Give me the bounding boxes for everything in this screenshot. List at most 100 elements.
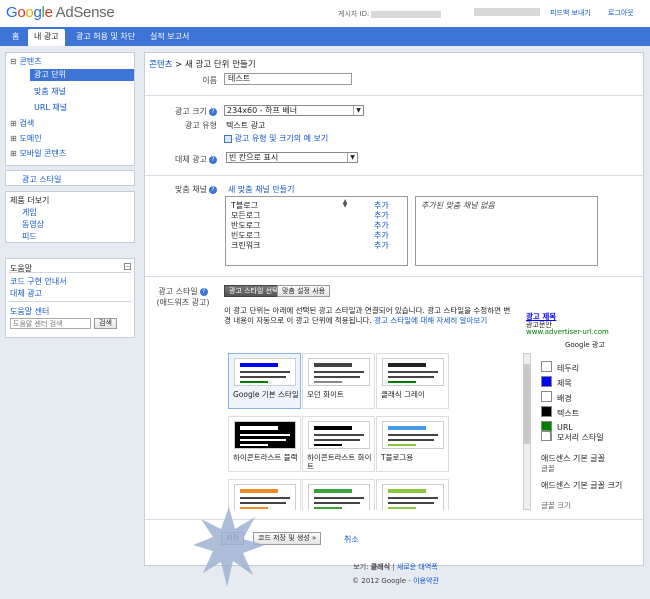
- color-label: 테두리: [557, 364, 580, 373]
- ad-type-label: 광고 유형: [185, 121, 217, 130]
- collapse-help-icon[interactable]: −: [124, 263, 131, 270]
- expand-icon[interactable]: ⊞: [10, 149, 17, 158]
- footer-view-new-link[interactable]: 새로운 대역폭: [397, 563, 438, 571]
- collapse-icon[interactable]: ⊟: [10, 57, 17, 66]
- logout-link[interactable]: 로그아웃: [608, 8, 634, 18]
- adsense-logo[interactable]: Google AdSense: [6, 4, 115, 21]
- style-palette-tile[interactable]: Google 기본 스타일: [228, 353, 301, 409]
- font-size-value[interactable]: 글꼴 크기: [541, 500, 571, 511]
- color-swatch[interactable]: [541, 361, 552, 372]
- help-search-input[interactable]: [10, 318, 91, 329]
- palette-preview: [382, 484, 444, 510]
- backup-ads-select[interactable]: 빈 칸으로 표시 ▼: [226, 152, 358, 163]
- palette-text-swatch: [240, 439, 286, 441]
- added-channel-list[interactable]: 추가된 맞춤 채널 없음: [415, 196, 598, 266]
- breadcrumb-content-link[interactable]: 콘텐츠: [149, 60, 172, 70]
- ad-style-learn-more-link[interactable]: 광고 스타일에 대해 자세히 알아보기: [374, 316, 487, 325]
- footer-copyright-line: © 2012 Google - 이용약관: [141, 576, 650, 586]
- help-icon[interactable]: ?: [209, 185, 217, 194]
- palette-text-swatch: [314, 371, 364, 373]
- palette-text-swatch: [388, 497, 438, 499]
- corner-style-label[interactable]: 모서리 스타일: [557, 432, 604, 443]
- product-link-video[interactable]: 동영상: [22, 219, 44, 230]
- ad-type-examples: 광고 유형 및 크기의 예 보기: [224, 133, 328, 144]
- footer-view-label: 보기:: [353, 563, 369, 571]
- sidebar-tree: ⊟ 콘텐츠 광고 단위 맞춤 채널 URL 채널 ⊞ 검색 ⊞ 도메인 ⊞ 모바…: [5, 52, 135, 166]
- logo-product: AdSense: [55, 4, 115, 21]
- font-family-value[interactable]: 글꼴: [541, 463, 555, 474]
- style-palette-tile[interactable]: [228, 479, 301, 510]
- expand-icon[interactable]: ⊞: [10, 119, 17, 128]
- backup-ads-value: 빈 칸으로 표시: [229, 153, 279, 162]
- custom-channels-label: 맞춤 채널?: [155, 184, 217, 195]
- sidebar-ad-style-box: 광고 스타일: [5, 170, 135, 186]
- palette-title-swatch: [240, 426, 278, 430]
- help-icon[interactable]: ?: [209, 155, 217, 164]
- palette-text-swatch: [388, 376, 434, 378]
- sidebar-item-mobile-content[interactable]: ⊞ 모바일 콘텐츠: [10, 148, 66, 159]
- product-link-feeds[interactable]: 피드: [22, 231, 37, 242]
- style-palette-tile[interactable]: [302, 479, 375, 510]
- help-search-button[interactable]: 검색: [94, 318, 117, 329]
- color-label: URL: [557, 423, 573, 432]
- tab-my-ads[interactable]: 내 광고: [28, 29, 65, 46]
- sidebar-item-url-channels[interactable]: URL 채널: [34, 102, 67, 113]
- sidebar-item-ad-styles[interactable]: 광고 스타일: [22, 174, 61, 185]
- feedback-link[interactable]: 피드백 보내기: [550, 8, 591, 18]
- palette-url-swatch: [314, 507, 342, 509]
- custom-channels-label-text: 맞춤 채널: [175, 185, 207, 194]
- use-existing-style-button[interactable]: 광고 스타일 선택: [224, 285, 284, 297]
- color-swatch[interactable]: [541, 376, 552, 387]
- footer-terms-link[interactable]: 이용약관: [413, 577, 439, 585]
- style-palette-tile[interactable]: 하이콘트라스트 블랙: [228, 416, 301, 472]
- palette-url-swatch: [388, 444, 416, 446]
- color-swatch[interactable]: [541, 391, 552, 402]
- cancel-link[interactable]: 취소: [344, 534, 359, 545]
- name-input[interactable]: 테스트: [224, 73, 352, 85]
- ad-style-description: 이 광고 단위는 아래에 선택된 광고 스타일과 연결되어 있습니다. 광고 스…: [224, 306, 514, 326]
- palette-preview: [308, 421, 370, 449]
- sidebar-item-ad-units[interactable]: 광고 단위: [30, 69, 134, 81]
- palette-title-swatch: [314, 489, 352, 493]
- help-link-backup-ads[interactable]: 대체 광고: [10, 288, 42, 299]
- product-link-games[interactable]: 게임: [22, 207, 37, 218]
- palette-name: 하이콘트라스트 화이트: [307, 453, 372, 471]
- palette-preview: [382, 358, 444, 386]
- color-swatch[interactable]: [541, 406, 552, 417]
- help-center-link[interactable]: 도움말 센터: [10, 306, 49, 317]
- sidebar-item-label: 검색: [19, 119, 35, 128]
- help-icon[interactable]: ?: [209, 107, 217, 116]
- use-custom-style-button[interactable]: 맞춤 설정 사용: [277, 285, 331, 297]
- palette-title-swatch: [314, 363, 352, 367]
- help-link-code-guide[interactable]: 코드 구현 안내서: [10, 276, 67, 287]
- expand-icon[interactable]: ⊞: [10, 134, 17, 143]
- tab-home[interactable]: 홈: [6, 29, 25, 46]
- style-palette-grid: Google 기본 스타일 모던 화이트 클래식 그레이하이콘트라스트 블랙 하이콘트…: [228, 353, 522, 510]
- sidebar-item-search[interactable]: ⊞ 검색: [10, 118, 34, 129]
- color-label: 배경: [557, 394, 572, 403]
- palette-text-swatch: [240, 376, 286, 378]
- style-palette-tile[interactable]: 모던 화이트: [302, 353, 375, 409]
- backup-ads-label-text: 대체 광고: [175, 155, 207, 164]
- channel-add-button[interactable]: 추가: [374, 240, 389, 251]
- sidebar-item-custom-channels[interactable]: 맞춤 채널: [34, 86, 66, 97]
- tab-performance-reports[interactable]: 실적 보고서: [144, 29, 195, 46]
- style-palette-tile[interactable]: 클래식 그레이: [376, 353, 449, 409]
- tab-allow-block-ads[interactable]: 광고 허용 및 차단: [70, 29, 141, 46]
- new-custom-channel-link[interactable]: 새 맞춤 채널 만들기: [228, 184, 295, 195]
- palette-preview: [308, 484, 370, 510]
- style-palette-tile[interactable]: 하이콘트라스트 화이트: [302, 416, 375, 472]
- style-palette-tile[interactable]: T블로그용: [376, 416, 449, 472]
- scrollbar-thumb[interactable]: [524, 364, 530, 444]
- channel-list[interactable]: T블로그 모든로그 반도로그 빈도로그 크린워크 ▲ ▼ 추가 추가 추가 추가 …: [225, 196, 408, 266]
- ad-size-select[interactable]: 234x60 - 하프 배너 ▼: [224, 105, 364, 116]
- ad-size-label-text: 광고 크기: [175, 107, 207, 116]
- help-icon[interactable]: ?: [199, 287, 208, 296]
- sort-icon[interactable]: ▲ ▼: [341, 199, 349, 209]
- sidebar-item-domains[interactable]: ⊞ 도메인: [10, 133, 42, 144]
- style-palette-tile[interactable]: [376, 479, 449, 510]
- corner-style-icon[interactable]: [541, 430, 552, 441]
- palette-scrollbar[interactable]: [523, 353, 531, 510]
- sidebar-item-content[interactable]: ⊟ 콘텐츠: [10, 56, 42, 67]
- ad-type-examples-link[interactable]: 광고 유형 및 크기의 예 보기: [235, 134, 329, 143]
